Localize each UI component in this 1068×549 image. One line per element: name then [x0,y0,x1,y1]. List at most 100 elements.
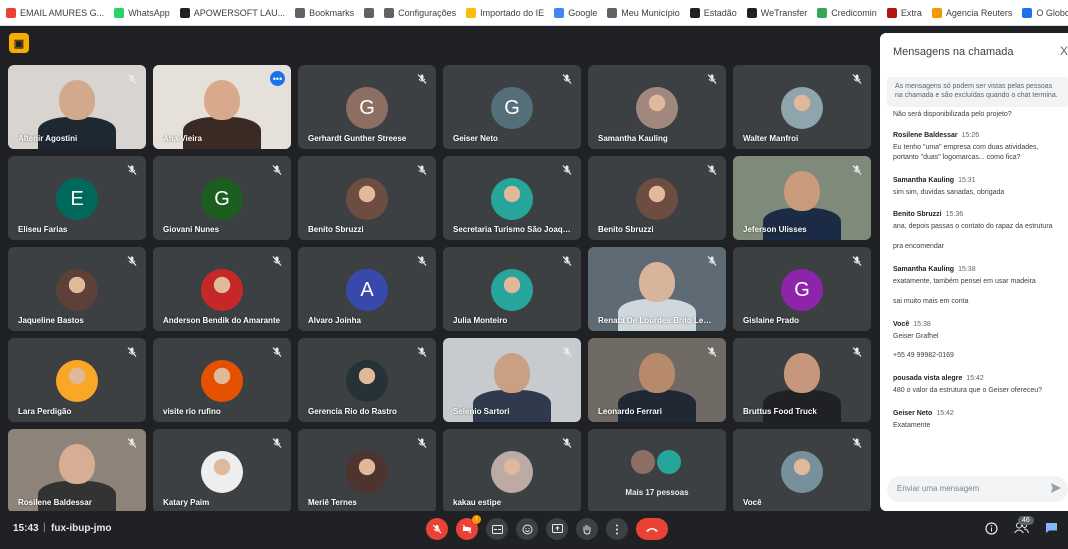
avatar [781,451,823,493]
captions-button[interactable] [486,518,508,540]
participant-tile[interactable]: Bruttus Food Truck [733,338,871,422]
clock: 15:43 [13,523,39,534]
chat-sender: Você [893,320,910,328]
participant-tile[interactable]: Secretaria Turismo São Joaquim [443,156,581,240]
info-button[interactable] [983,520,999,536]
participant-tile[interactable]: G Gerhardt Gunther Streese [298,65,436,149]
participant-tile[interactable]: Benito Sbruzzi [588,156,726,240]
participant-tile[interactable]: Gerencia Rio do Rastro [298,338,436,422]
participant-tile[interactable]: Jaqueline Bastos [8,247,146,331]
chat-sender: Geiser Neto [893,409,933,417]
bookmark-item[interactable]: Credicomin [817,7,877,18]
mic-off-icon [851,72,863,84]
participant-tile[interactable]: Altenir Agostini [8,65,146,149]
participant-name: Meriê Ternes [308,498,357,507]
meeting-stage: ▣ Altenir Agostini ••• Ana Vieira G Gerhardt… [0,26,880,513]
bookmark-item[interactable]: Google [554,7,597,18]
bookmark-label: Importado do IE [480,7,545,18]
bookmark-item[interactable]: WhatsApp [114,7,170,18]
bookmark-item[interactable]: Configurações [384,7,456,18]
bookmark-item[interactable]: Meu Município [607,7,680,18]
participant-tile[interactable]: Renata De Lourdes Brito Lem... [588,247,726,331]
bookmark-item[interactable] [364,7,375,18]
bookmark-item[interactable]: O Globo [1022,7,1068,18]
chat-message-line: sai muito mais em conta [893,297,969,305]
participant-tile[interactable]: kakau estipe [443,429,581,513]
participant-tile[interactable]: Leonardo Ferrari [588,338,726,422]
participant-tile[interactable]: Walter Manfroi [733,65,871,149]
chat-message-header: Samantha Kauling 15:31 [893,177,1065,184]
meet-app-icon[interactable]: ▣ [9,33,29,53]
participant-name: Lara Perdigão [18,407,72,416]
bookmark-item[interactable]: Estadão [689,7,737,18]
participant-tile[interactable]: A Alvaro Joinha [298,247,436,331]
chat-message-line: exatamente, também pensei em usar madeir… [893,277,1036,285]
participant-tile[interactable]: ••• Ana Vieira [153,65,291,149]
participant-tile[interactable]: Benito Sbruzzi [298,156,436,240]
mic-off-icon [706,163,718,175]
participant-tile[interactable]: G Geiser Neto [443,65,581,149]
tile-options-icon[interactable]: ••• [270,71,285,86]
mic-off-icon [271,163,283,175]
camera-off-button[interactable]: ! [456,515,481,540]
chat-timestamp: 15:42 [936,409,954,417]
bookmark-label: Agencia Reuters [945,7,1013,18]
bookmark-item[interactable]: Extra [886,7,922,18]
chat-button[interactable] [1043,520,1059,536]
avatar [491,269,533,311]
participant-tile[interactable]: Jeferson Ulisses [733,156,871,240]
present-button[interactable] [546,518,568,540]
bookmark-item[interactable]: APOWERSOFT LAU... [179,7,285,18]
chat-message-line: pra encomendar [893,243,944,251]
mic-off-icon [561,254,573,266]
participant-tile[interactable]: visite rio rufino [153,338,291,422]
bookmark-label: WeTransfer [760,7,808,18]
avatar: A [346,269,388,311]
present-icon [551,524,563,533]
captions-icon [491,524,503,534]
bookmark-item[interactable]: EMAIL AMURES G... [6,7,104,18]
mic-off-icon [126,72,138,84]
participant-tile[interactable]: Katary Paim [153,429,291,513]
bookmark-favicon-icon [1022,7,1033,18]
participant-tile[interactable]: Lara Perdigão [8,338,146,422]
raise-hand-button[interactable] [576,518,598,540]
avatar [56,360,98,402]
close-icon[interactable]: X [1060,44,1068,58]
chat-icon [1045,523,1057,533]
participant-name: kakau estipe [453,498,502,507]
chat-message-line: +55 49 99982-0169 [893,352,954,360]
leave-call-button[interactable] [636,518,668,540]
participant-tile[interactable]: Mais 17 pessoas [588,429,726,513]
bookmark-item[interactable]: WeTransfer [746,7,808,18]
chat-message-header: Você 15:38 [893,321,1065,328]
participant-tile[interactable]: Rosilene Baldessar [8,429,146,513]
chat-message-input[interactable] [897,484,1037,493]
participant-tile[interactable]: G Giovani Nunes [153,156,291,240]
participant-tile[interactable]: Julia Monteiro [443,247,581,331]
participant-tile[interactable]: E Eliseu Farias [8,156,146,240]
send-icon[interactable] [1050,482,1064,496]
participant-name: Gislaine Prado [743,316,800,325]
more-options-button[interactable] [606,518,628,540]
participant-name: Walter Manfroi [743,134,799,143]
emoji-button[interactable] [516,518,538,540]
bookmark-item[interactable]: Agencia Reuters [931,7,1013,18]
mic-off-icon [561,436,573,448]
participant-name: Secretaria Turismo São Joaquim [453,225,571,234]
chat-timestamp: 15:36 [945,211,964,219]
mic-off-icon [706,254,718,266]
mic-off-icon [706,345,718,357]
participant-tile[interactable]: Samantha Kauling [588,65,726,149]
bookmark-item[interactable]: Bookmarks [295,7,354,18]
avatar [201,451,243,493]
bookmark-item[interactable]: Importado do IE [466,7,545,18]
participant-tile[interactable]: G Gislaine Prado [733,247,871,331]
chat-message: Samantha Kauling 15:38 exatamente, também … [893,266,1065,307]
mic-off-button[interactable] [426,518,448,540]
participant-tile[interactable]: Selenio Sartori [443,338,581,422]
participant-tile[interactable]: Meriê Ternes [298,429,436,513]
bookmark-favicon-icon [817,7,828,18]
participant-tile[interactable]: Anderson Bendik do Amarante [153,247,291,331]
participant-tile[interactable]: Você [733,429,871,513]
